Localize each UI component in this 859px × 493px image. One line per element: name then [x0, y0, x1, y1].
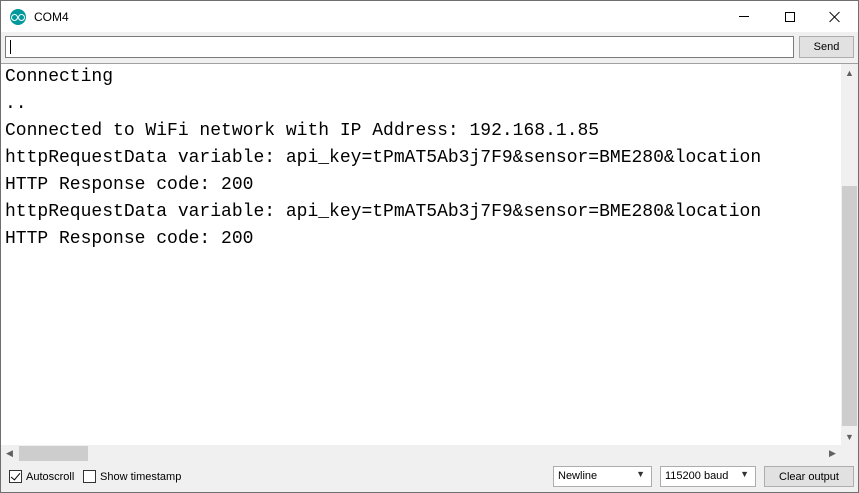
console-line: Connecting	[5, 67, 114, 87]
line-ending-value: Newline	[558, 470, 598, 482]
show-timestamp-label: Show timestamp	[100, 470, 182, 483]
maximize-icon	[785, 11, 795, 22]
checkbox-unchecked-icon[interactable]	[83, 470, 96, 483]
arduino-icon	[10, 9, 26, 25]
console-line: httpRequestData variable: api_key=tPmAT5…	[5, 148, 762, 168]
autoscroll-label: Autoscroll	[26, 470, 75, 483]
autoscroll-checkbox[interactable]: Autoscroll	[9, 470, 74, 483]
clear-output-button[interactable]: Clear output	[764, 466, 854, 487]
line-ending-select[interactable]: Newline ▼	[553, 466, 652, 487]
scroll-left-arrow-icon[interactable]: ◀	[1, 445, 18, 462]
chevron-down-icon: ▼	[636, 469, 645, 479]
vertical-scroll-thumb[interactable]	[842, 186, 857, 426]
status-bar: Autoscroll Show timestamp Newline ▼ 1152…	[1, 461, 858, 492]
minimize-icon	[739, 16, 749, 17]
chevron-down-icon: ▼	[740, 469, 749, 479]
console-line: httpRequestData variable: api_key=tPmAT5…	[5, 202, 762, 222]
vertical-scrollbar[interactable]: ▲ ▼	[841, 64, 858, 445]
minimize-button[interactable]	[721, 1, 767, 32]
serial-send-input[interactable]	[5, 36, 794, 58]
console-line: HTTP Response code: 200	[5, 175, 254, 195]
baud-rate-select[interactable]: 115200 baud ▼	[660, 466, 756, 487]
close-icon	[829, 11, 841, 23]
show-timestamp-checkbox[interactable]: Show timestamp	[83, 470, 181, 483]
console-line: ..	[5, 94, 27, 114]
scroll-right-arrow-icon[interactable]: ▶	[824, 445, 841, 462]
title-bar: COM4	[1, 1, 858, 32]
close-button[interactable]	[812, 1, 858, 32]
serial-monitor-window: COM4 Send Connecting .. Connected to WiF…	[0, 0, 859, 493]
scroll-down-arrow-icon[interactable]: ▼	[841, 428, 858, 445]
checkbox-checked-icon[interactable]	[9, 470, 22, 483]
send-button[interactable]: Send	[799, 36, 854, 58]
horizontal-scroll-thumb[interactable]	[19, 446, 88, 461]
serial-output-text: Connecting .. Connected to WiFi network …	[5, 64, 841, 444]
maximize-button[interactable]	[767, 1, 813, 32]
send-row: Send	[1, 32, 858, 63]
scrollbar-corner	[841, 445, 858, 462]
scroll-up-arrow-icon[interactable]: ▲	[841, 64, 858, 81]
serial-output[interactable]: Connecting .. Connected to WiFi network …	[1, 63, 858, 462]
text-caret	[10, 40, 11, 54]
baud-rate-value: 115200 baud	[665, 470, 729, 482]
window-title: COM4	[34, 10, 69, 24]
console-line: Connected to WiFi network with IP Addres…	[5, 121, 600, 141]
horizontal-scrollbar[interactable]: ◀ ▶	[1, 445, 841, 462]
console-line: HTTP Response code: 200	[5, 229, 254, 249]
